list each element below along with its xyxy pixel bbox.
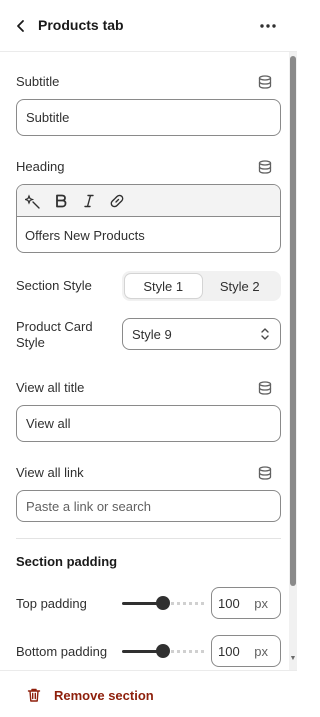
top-padding-value: 100 <box>218 595 240 611</box>
dynamic-source-icon[interactable] <box>257 380 273 396</box>
top-padding-slider[interactable] <box>122 595 204 611</box>
heading-text[interactable]: Offers New Products <box>17 217 280 252</box>
slider-thumb[interactable] <box>156 644 170 658</box>
scroll-down-icon[interactable]: ▼ <box>289 655 297 663</box>
bottom-padding-value: 100 <box>218 643 240 659</box>
bottom-padding-input[interactable]: 100 px <box>211 635 281 667</box>
bottom-padding-slider[interactable] <box>122 643 204 659</box>
product-card-style-label: Product Card Style <box>16 319 93 351</box>
product-card-style-label-line2: Style <box>16 335 45 350</box>
magic-icon[interactable] <box>25 193 41 209</box>
more-options-icon[interactable] <box>258 16 278 36</box>
slider-thumb[interactable] <box>156 596 170 610</box>
view-all-title-input[interactable]: View all <box>16 405 281 442</box>
unit-label: px <box>254 643 268 659</box>
style-1-option[interactable]: Style 1 <box>125 274 202 298</box>
dynamic-source-icon[interactable] <box>257 465 273 481</box>
slider-track <box>166 650 204 653</box>
view-all-title-label: View all title <box>16 380 85 395</box>
trash-icon <box>27 688 41 702</box>
scrollbar-thumb[interactable] <box>290 56 296 586</box>
dynamic-source-icon[interactable] <box>257 159 273 175</box>
heading-rich-text-editor[interactable]: Offers New Products <box>16 184 281 253</box>
italic-icon[interactable] <box>81 193 97 209</box>
remove-section-button[interactable]: Remove section <box>26 687 154 703</box>
panel-header: Products tab <box>0 0 297 52</box>
dynamic-source-icon[interactable] <box>257 74 273 90</box>
settings-scroll-area[interactable] <box>0 52 297 670</box>
rich-text-toolbar <box>17 185 280 217</box>
link-icon[interactable] <box>109 193 125 209</box>
top-padding-input[interactable]: 100 px <box>211 587 281 619</box>
section-padding-title: Section padding <box>16 554 118 569</box>
remove-section-label: Remove section <box>54 687 154 703</box>
chevron-up-down-icon <box>261 328 269 340</box>
view-all-link-label: View all link <box>16 465 84 480</box>
top-padding-label: Top padding <box>16 596 87 611</box>
divider <box>16 538 281 539</box>
section-style-segmented-control: Style 1 Style 2 <box>122 271 281 301</box>
bottom-padding-label: Bottom padding <box>16 644 108 659</box>
slider-track <box>166 602 204 605</box>
section-style-label: Section Style <box>16 278 92 293</box>
product-card-style-label-line1: Product Card <box>16 319 93 334</box>
product-card-style-select[interactable]: Style 9 <box>122 318 281 350</box>
heading-label: Heading <box>16 159 65 174</box>
chevron-left-icon[interactable] <box>12 17 30 35</box>
subtitle-label: Subtitle <box>16 74 60 89</box>
page-title: Products tab <box>38 17 124 33</box>
bold-icon[interactable] <box>53 193 69 209</box>
style-2-option[interactable]: Style 2 <box>202 274 279 298</box>
unit-label: px <box>254 595 268 611</box>
select-value: Style 9 <box>132 326 172 342</box>
view-all-link-input[interactable]: Paste a link or search <box>16 490 281 522</box>
subtitle-input[interactable]: Subtitle <box>16 99 281 136</box>
